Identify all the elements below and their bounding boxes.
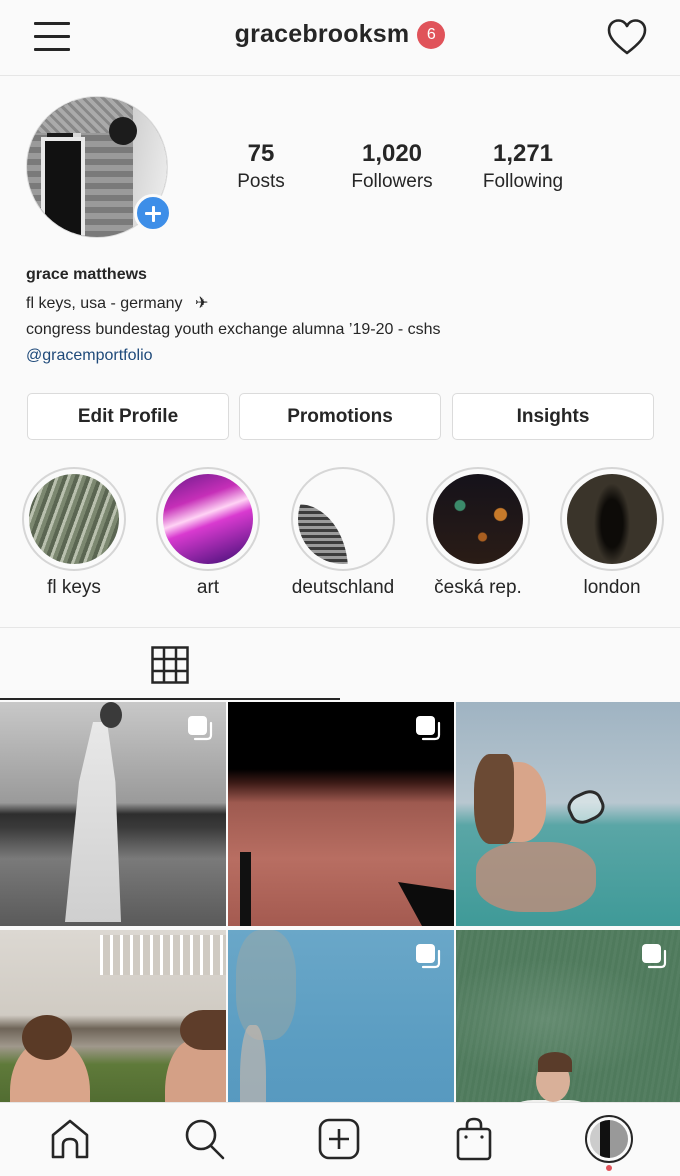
account-switcher[interactable]: gracebrooksm 6 xyxy=(0,20,680,56)
airplane-icon: ✈ xyxy=(194,295,209,312)
stat-following[interactable]: 1,271 Following xyxy=(473,140,573,196)
highlight-deutschland[interactable]: deutschland xyxy=(290,467,396,599)
bio-line-location: fl keys, usa - germany ✈ xyxy=(26,291,666,317)
stat-posts[interactable]: 75 Posts xyxy=(221,140,301,196)
insights-button[interactable]: Insights xyxy=(452,393,654,440)
highlight-london[interactable]: london xyxy=(559,467,665,599)
following-count: 1,271 xyxy=(492,140,554,167)
highlight-ring xyxy=(426,467,530,571)
highlight-label: art xyxy=(196,577,220,598)
highlight-ceska-rep[interactable]: česká rep. xyxy=(425,467,531,599)
highlight-ring xyxy=(560,467,664,571)
highlight-cover xyxy=(29,474,119,564)
post-tile[interactable] xyxy=(456,702,680,926)
edit-profile-button[interactable]: Edit Profile xyxy=(27,393,229,440)
bio-line-description: congress bundestag youth exchange alumna… xyxy=(26,321,441,338)
profile-bio: grace matthews fl keys, usa - germany ✈ … xyxy=(26,264,666,369)
multiple-photos-icon xyxy=(416,944,441,969)
stat-followers[interactable]: 1,020 Followers xyxy=(342,140,442,196)
posts-label: Posts xyxy=(237,171,285,192)
grid-icon xyxy=(151,646,189,684)
add-post-icon[interactable] xyxy=(317,1117,361,1161)
highlight-ring xyxy=(22,467,126,571)
notification-dot xyxy=(606,1165,612,1171)
post-tile[interactable] xyxy=(0,702,226,926)
tab-tagged[interactable] xyxy=(340,628,680,700)
followers-label: Followers xyxy=(351,171,433,192)
multiple-photos-icon xyxy=(416,716,441,741)
highlight-label: česká rep. xyxy=(434,577,522,598)
heart-icon[interactable] xyxy=(606,18,648,56)
profile-avatar-thumbnail xyxy=(590,1120,628,1158)
highlight-cover xyxy=(567,474,657,564)
home-icon[interactable] xyxy=(48,1117,92,1161)
highlight-cover xyxy=(433,474,523,564)
multiple-photos-icon xyxy=(642,944,667,969)
bio-mention-link[interactable]: @gracemportfolio xyxy=(26,343,666,369)
highlight-ring xyxy=(291,467,395,571)
bottom-navigation xyxy=(0,1102,680,1176)
followers-count: 1,020 xyxy=(361,140,423,167)
highlight-fl-keys[interactable]: fl keys xyxy=(21,467,127,599)
highlight-cover xyxy=(163,474,253,564)
highlight-cover xyxy=(298,474,388,564)
top-bar: gracebrooksm 6 xyxy=(0,0,680,76)
tab-grid[interactable] xyxy=(0,628,340,700)
multiple-photos-icon xyxy=(188,716,213,741)
bio-location-text: fl keys, usa - germany xyxy=(26,295,183,312)
display-name: grace matthews xyxy=(26,266,147,283)
posts-grid xyxy=(0,702,680,1154)
add-story-button[interactable] xyxy=(134,194,172,232)
highlight-ring xyxy=(156,467,260,571)
notification-badge: 6 xyxy=(417,20,446,49)
profile-avatar-nav[interactable] xyxy=(585,1115,633,1163)
search-icon[interactable] xyxy=(182,1117,226,1161)
following-label: Following xyxy=(482,171,564,192)
profile-tabs xyxy=(0,627,680,700)
username-title[interactable]: gracebrooksm xyxy=(235,20,410,49)
promotions-button[interactable]: Promotions xyxy=(239,393,441,440)
highlight-label: fl keys xyxy=(47,577,101,598)
posts-count: 75 xyxy=(247,140,275,167)
shopping-bag-icon[interactable] xyxy=(452,1117,496,1161)
highlight-label: london xyxy=(583,577,641,598)
post-tile[interactable] xyxy=(228,702,454,926)
highlight-art[interactable]: art xyxy=(155,467,261,599)
highlight-label: deutschland xyxy=(291,577,395,598)
